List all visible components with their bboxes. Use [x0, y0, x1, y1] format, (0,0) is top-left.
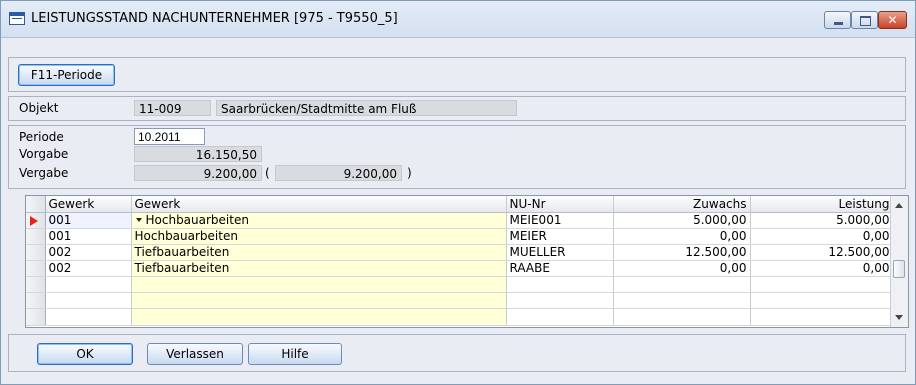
- zuwachs-cell[interactable]: 5.000,00: [613, 212, 751, 229]
- close-icon: ✕: [887, 13, 898, 27]
- dropdown-icon[interactable]: [135, 217, 142, 222]
- empty-cell[interactable]: [45, 308, 132, 326]
- nu-nr-cell[interactable]: MEIER: [506, 228, 614, 245]
- empty-cell[interactable]: [506, 292, 614, 309]
- empty-cell[interactable]: [750, 308, 894, 326]
- toolbar-panel: F11-Periode: [8, 57, 906, 92]
- vorgabe-label: Vorgabe: [19, 147, 69, 161]
- dialog-window: LEISTUNGSSTAND NACHUNTERNEHMER [975 - T9…: [0, 0, 916, 385]
- button-panel: OK Verlassen Hilfe: [8, 334, 906, 372]
- leistung-cell[interactable]: 0,00: [750, 228, 894, 245]
- scroll-down-icon[interactable]: [895, 315, 903, 320]
- maximize-button[interactable]: [851, 11, 878, 29]
- minimize-button[interactable]: [824, 11, 851, 29]
- nu-nr-cell[interactable]: MEIE001: [506, 212, 614, 229]
- gewerk-name-cell[interactable]: Hochbauarbeiten: [131, 228, 507, 245]
- empty-cell[interactable]: [506, 308, 614, 326]
- grid-table: Gewerk Gewerk NU-Nr Zuwachs Leistung 001…: [26, 196, 894, 326]
- gewerk-name: Hochbauarbeiten: [145, 213, 249, 227]
- row-indicator[interactable]: [26, 228, 46, 245]
- gewerk-code-cell[interactable]: 002: [45, 244, 132, 261]
- empty-cell[interactable]: [613, 308, 751, 326]
- row-indicator[interactable]: [26, 308, 46, 326]
- leistung-cell[interactable]: 5.000,00: [750, 212, 894, 229]
- empty-cell[interactable]: [45, 292, 132, 309]
- ok-button[interactable]: OK: [37, 343, 133, 365]
- zuwachs-cell[interactable]: 12.500,00: [613, 244, 751, 261]
- gewerk-code-cell[interactable]: 001: [45, 212, 132, 229]
- vorgabe-value: 16.150,50: [134, 146, 262, 162]
- period-button[interactable]: F11-Periode: [18, 64, 115, 86]
- leistung-grid[interactable]: Gewerk Gewerk NU-Nr Zuwachs Leistung 001…: [25, 195, 909, 328]
- zuwachs-cell[interactable]: 0,00: [613, 228, 751, 245]
- empty-cell[interactable]: [131, 308, 507, 326]
- column-header-zuwachs[interactable]: Zuwachs: [613, 196, 751, 213]
- leistung-cell[interactable]: 0,00: [750, 260, 894, 277]
- empty-cell[interactable]: [131, 276, 507, 293]
- table-row-empty[interactable]: [26, 276, 894, 293]
- gewerk-name-cell[interactable]: Tiefbauarbeiten: [131, 244, 507, 261]
- empty-cell[interactable]: [45, 276, 132, 293]
- paren-close: ): [407, 166, 412, 180]
- objekt-number: 11-009: [134, 100, 211, 116]
- table-row[interactable]: 001 Hochbauarbeiten MEIER 0,00 0,00: [26, 228, 894, 245]
- gewerk-code-cell[interactable]: 002: [45, 260, 132, 277]
- objekt-label: Objekt: [19, 101, 59, 115]
- gewerk-name-cell[interactable]: Tiefbauarbeiten: [131, 260, 507, 277]
- title-bar[interactable]: LEISTUNGSSTAND NACHUNTERNEHMER [975 - T9…: [1, 1, 915, 38]
- nu-nr-cell[interactable]: MUELLER: [506, 244, 614, 261]
- scroll-up-icon[interactable]: [895, 203, 903, 208]
- objekt-panel: Objekt 11-009 Saarbrücken/Stadtmitte am …: [8, 96, 906, 121]
- vergabe-value: 9.200,00: [134, 165, 262, 181]
- row-indicator[interactable]: [26, 292, 46, 309]
- empty-cell[interactable]: [613, 292, 751, 309]
- empty-cell[interactable]: [750, 292, 894, 309]
- maximize-icon: [860, 16, 871, 26]
- hilfe-button[interactable]: Hilfe: [248, 343, 342, 365]
- row-indicator[interactable]: [26, 212, 46, 229]
- leistung-cell[interactable]: 12.500,00: [750, 244, 894, 261]
- row-pointer-icon: [30, 215, 38, 226]
- row-indicator[interactable]: [26, 276, 46, 293]
- gewerk-name-cell[interactable]: Hochbauarbeiten: [131, 212, 507, 229]
- column-header-gewerk-code[interactable]: Gewerk: [45, 196, 132, 213]
- window-title: LEISTUNGSSTAND NACHUNTERNEHMER [975 - T9…: [31, 11, 398, 26]
- table-row-empty[interactable]: [26, 308, 894, 326]
- empty-cell[interactable]: [506, 276, 614, 293]
- summary-panel: Periode Vorgabe 16.150,50 Vergabe 9.200,…: [8, 125, 906, 189]
- minimize-icon: [834, 22, 843, 25]
- gewerk-code-cell[interactable]: 001: [45, 228, 132, 245]
- zuwachs-cell[interactable]: 0,00: [613, 260, 751, 277]
- scroll-thumb[interactable]: [893, 260, 905, 278]
- empty-cell[interactable]: [750, 276, 894, 293]
- nu-nr-cell[interactable]: RAABE: [506, 260, 614, 277]
- table-row[interactable]: 002 Tiefbauarbeiten RAABE 0,00 0,00: [26, 260, 894, 277]
- vergabe-label: Vergabe: [19, 166, 69, 180]
- vergabe-value-total: 9.200,00: [275, 165, 402, 181]
- table-row[interactable]: 002 Tiefbauarbeiten MUELLER 12.500,00 12…: [26, 244, 894, 261]
- periode-label: Periode: [19, 130, 64, 144]
- grid-header: Gewerk Gewerk NU-Nr Zuwachs Leistung: [26, 196, 894, 213]
- table-row[interactable]: 001 Hochbauarbeiten MEIE001 5.000,00 5.0…: [26, 212, 894, 229]
- empty-cell[interactable]: [613, 276, 751, 293]
- header-corner: [26, 196, 46, 213]
- vertical-scrollbar[interactable]: [890, 196, 908, 327]
- column-header-leistung[interactable]: Leistung: [750, 196, 894, 213]
- objekt-name: Saarbrücken/Stadtmitte am Fluß: [216, 100, 517, 116]
- verlassen-button[interactable]: Verlassen: [147, 343, 243, 365]
- empty-cell[interactable]: [131, 292, 507, 309]
- row-indicator[interactable]: [26, 260, 46, 277]
- table-row-empty[interactable]: [26, 292, 894, 309]
- periode-input[interactable]: [134, 128, 205, 145]
- table-icon: [9, 12, 25, 25]
- row-indicator[interactable]: [26, 244, 46, 261]
- close-button[interactable]: ✕: [878, 11, 907, 29]
- gewerk-code: 001: [48, 213, 72, 227]
- column-header-nu-nr[interactable]: NU-Nr: [506, 196, 614, 213]
- paren-open: (: [265, 166, 270, 180]
- column-header-gewerk-name[interactable]: Gewerk: [131, 196, 507, 213]
